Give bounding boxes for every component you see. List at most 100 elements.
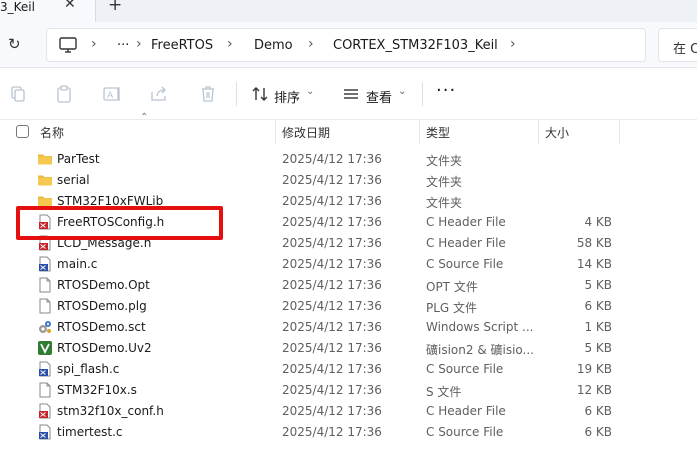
this-pc-icon[interactable] — [59, 37, 77, 53]
column-size[interactable]: 大小 — [545, 124, 569, 141]
file-type: 礦ision2 & 礦isio... — [426, 343, 534, 357]
column-divider[interactable] — [275, 120, 276, 144]
folder-icon — [37, 193, 53, 209]
file-row[interactable]: RTOSDemo.Opt 2025/4/12 17:36 OPT 文件 5 KB — [0, 275, 697, 296]
file-date: 2025/4/12 17:36 — [282, 383, 382, 397]
select-all-checkbox[interactable] — [16, 125, 29, 138]
column-divider[interactable] — [419, 120, 420, 144]
file-row[interactable]: spi_flash.c 2025/4/12 17:36 C Source File 1… — [0, 359, 697, 380]
more-options-button[interactable]: ··· — [436, 80, 456, 101]
chevron-down-icon[interactable]: ⌄ — [306, 86, 314, 97]
file-row[interactable]: main.c 2025/4/12 17:36 C Source File 14 KB — [0, 254, 697, 275]
file-name: LCD_Message.h — [57, 236, 152, 250]
column-name[interactable]: 名称 — [40, 124, 64, 141]
file-row[interactable]: serial 2025/4/12 17:36 文件夹 — [0, 170, 697, 191]
file-row[interactable]: timertest.c 2025/4/12 17:36 C Source File 6… — [0, 422, 697, 443]
file-date: 2025/4/12 17:36 — [282, 152, 382, 166]
script-file-icon — [37, 319, 53, 335]
file-row[interactable]: RTOSDemo.plg 2025/4/12 17:36 PLG 文件 6 KB — [0, 296, 697, 317]
file-name: serial — [57, 173, 90, 187]
view-icon[interactable] — [341, 84, 361, 104]
file-type: C Source File — [426, 362, 504, 376]
file-size: 6 KB — [584, 299, 612, 313]
file-name: timertest.c — [57, 425, 123, 439]
breadcrumb-item[interactable]: FreeRTOS — [151, 38, 213, 53]
search-box[interactable]: 在 C — [658, 28, 697, 62]
c-source-file-icon — [37, 361, 53, 377]
toolbar-divider — [236, 82, 237, 106]
c-source-file-icon — [37, 256, 53, 272]
cut-icon[interactable] — [8, 84, 28, 104]
file-row[interactable]: ParTest 2025/4/12 17:36 文件夹 — [0, 149, 697, 170]
file-type: OPT 文件 — [426, 280, 478, 294]
breadcrumb-more[interactable]: ··· — [117, 38, 129, 53]
column-divider[interactable] — [538, 120, 539, 144]
file-name: RTOSDemo.Opt — [57, 278, 150, 292]
file-type: C Header File — [426, 236, 506, 250]
column-type[interactable]: 类型 — [426, 124, 450, 141]
file-row[interactable]: FreeRTOSConfig.h 2025/4/12 17:36 C Header … — [0, 212, 697, 233]
file-name: STM32F10x.s — [57, 383, 137, 397]
file-name: RTOSDemo.Uv2 — [57, 341, 152, 355]
file-row[interactable]: STM32F10xFWLib 2025/4/12 17:36 文件夹 — [0, 191, 697, 212]
file-name: spi_flash.c — [57, 362, 120, 376]
chevron-right-icon[interactable]: › — [136, 36, 142, 52]
file-type: C Header File — [426, 404, 506, 418]
file-row[interactable]: RTOSDemo.Uv2 2025/4/12 17:36 礦ision2 & 礦is… — [0, 338, 697, 359]
file-row[interactable]: stm32f10x_conf.h 2025/4/12 17:36 C Header … — [0, 401, 697, 422]
generic-file-icon — [37, 382, 53, 398]
file-type: PLG 文件 — [426, 301, 478, 315]
breadcrumb-item[interactable]: CORTEX_STM32F103_Keil — [333, 38, 498, 53]
file-date: 2025/4/12 17:36 — [282, 404, 382, 418]
rename-icon[interactable]: A — [102, 84, 122, 104]
tab-current[interactable]: 3_Keil ✕ — [0, 0, 96, 22]
file-date: 2025/4/12 17:36 — [282, 194, 382, 208]
file-date: 2025/4/12 17:36 — [282, 257, 382, 271]
breadcrumb-item[interactable]: Demo — [254, 38, 293, 53]
chevron-down-icon[interactable]: ⌄ — [398, 86, 406, 97]
c-header-file-icon — [37, 214, 53, 230]
folder-icon — [37, 151, 53, 167]
file-type: C Header File — [426, 215, 506, 229]
file-date: 2025/4/12 17:36 — [282, 341, 382, 355]
chevron-right-icon[interactable]: › — [308, 36, 314, 52]
file-date: 2025/4/12 17:36 — [282, 236, 382, 250]
column-divider[interactable] — [619, 120, 620, 144]
chevron-right-icon[interactable]: › — [91, 36, 97, 52]
file-size: 19 KB — [576, 362, 612, 376]
file-row[interactable]: STM32F10x.s 2025/4/12 17:36 S 文件 12 KB — [0, 380, 697, 401]
delete-icon[interactable] — [198, 84, 218, 104]
generic-file-icon — [37, 298, 53, 314]
file-size: 14 KB — [576, 257, 612, 271]
refresh-icon[interactable]: ↻ — [8, 35, 21, 53]
file-row[interactable]: RTOSDemo.sct 2025/4/12 17:36 Windows Scrip… — [0, 317, 697, 338]
view-button[interactable]: 查看 — [366, 87, 392, 106]
file-type: Windows Script ... — [426, 320, 534, 334]
file-size: 6 KB — [584, 404, 612, 418]
tab-close-icon[interactable]: ✕ — [64, 0, 76, 12]
generic-file-icon — [37, 277, 53, 293]
share-icon[interactable] — [149, 84, 169, 104]
new-tab-button[interactable]: + — [108, 0, 122, 15]
chevron-right-icon[interactable]: › — [227, 36, 233, 52]
file-name: stm32f10x_conf.h — [57, 404, 164, 418]
file-date: 2025/4/12 17:36 — [282, 362, 382, 376]
svg-text:A: A — [107, 91, 114, 101]
sort-ascending-icon: ⌃ — [140, 112, 149, 123]
file-date: 2025/4/12 17:36 — [282, 425, 382, 439]
keil-project-icon — [37, 340, 53, 356]
paste-icon[interactable] — [54, 84, 74, 104]
search-placeholder: 在 C — [673, 42, 697, 57]
file-row[interactable]: LCD_Message.h 2025/4/12 17:36 C Header Fil… — [0, 233, 697, 254]
address-bar[interactable]: › ··· › FreeRTOS › Demo › CORTEX_STM32F1… — [46, 28, 646, 62]
command-bar: A 排序 ⌄ 查看 ⌄ ··· — [0, 68, 697, 120]
chevron-right-icon[interactable]: › — [510, 36, 516, 52]
tab-bar: 3_Keil ✕ + — [0, 0, 697, 22]
file-date: 2025/4/12 17:36 — [282, 278, 382, 292]
sort-button[interactable]: 排序 — [274, 87, 300, 106]
file-list: ParTest 2025/4/12 17:36 文件夹 serial 2025/4/12… — [0, 149, 697, 443]
column-date[interactable]: 修改日期 — [282, 124, 330, 141]
sort-icon[interactable] — [250, 84, 270, 104]
file-size: 5 KB — [584, 341, 612, 355]
c-source-file-icon — [37, 424, 53, 440]
